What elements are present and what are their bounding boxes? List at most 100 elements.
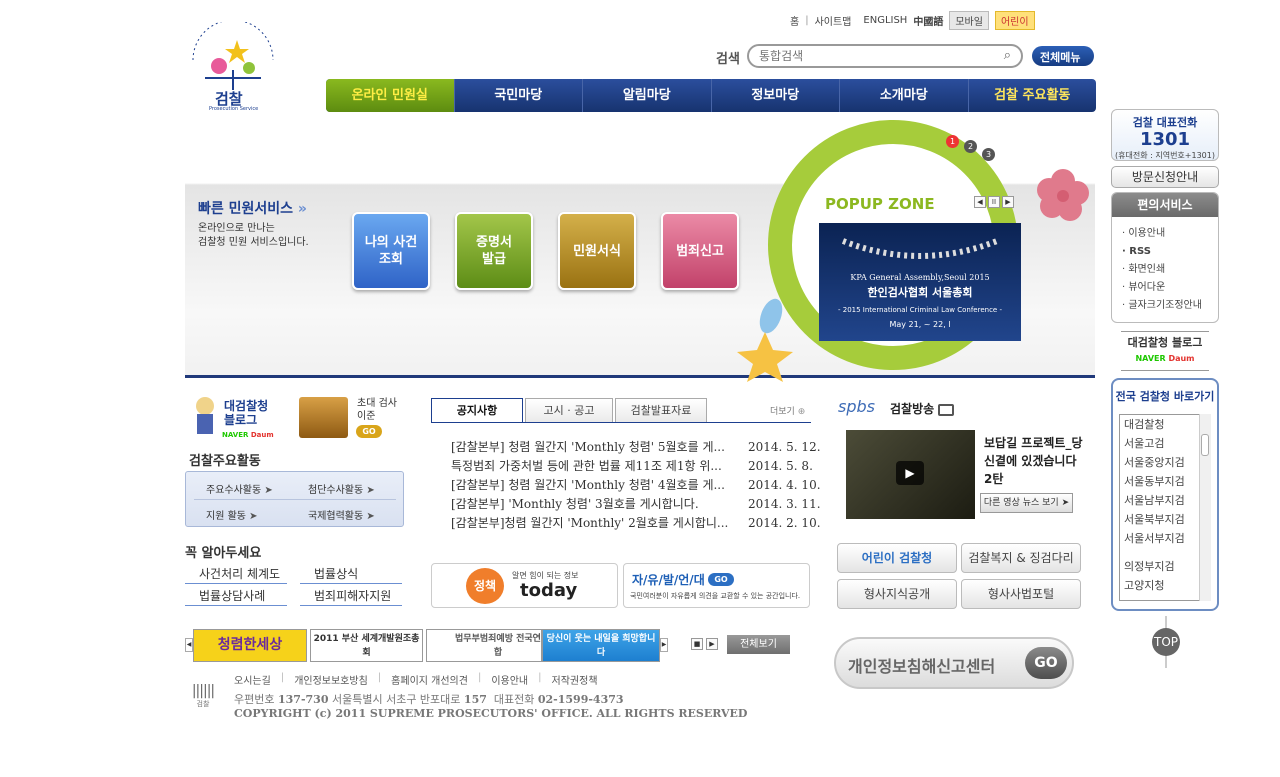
search-input[interactable] [759, 49, 989, 63]
tab-press[interactable]: 검찰발표자료 [615, 398, 707, 423]
nav-activities[interactable]: 검찰 주요활동 [969, 79, 1097, 112]
popup-pause-button[interactable]: II [988, 196, 1000, 208]
office-item[interactable]: 서울고검 [1120, 434, 1210, 453]
act-support-link[interactable]: 지원 활동 ➤ [206, 507, 258, 522]
my-case-button[interactable]: 나의 사건 조회 [352, 212, 430, 290]
chief-go-button[interactable]: GO [356, 425, 382, 438]
know-victim-link[interactable]: 범죄피해자지원 [300, 586, 402, 606]
banner-prev-button[interactable]: ◀ [185, 638, 193, 652]
banner-hope[interactable]: 당신이 웃는 내일을 희망합니다 [542, 629, 660, 662]
blog-banner[interactable]: 대검찰청 블로그 [224, 399, 274, 427]
know-consult-link[interactable]: 법률상담사례 [185, 586, 287, 606]
logo-sub: Prosecution Service [209, 106, 259, 112]
nav-info[interactable]: 정보마당 [712, 79, 840, 112]
conv-print-link[interactable]: · 화면인쇄 [1122, 261, 1218, 279]
chinese-link[interactable]: 中國語 [913, 13, 943, 28]
search-icon[interactable]: ⌕ [1004, 48, 1011, 63]
footer-directions-link[interactable]: 오시는길 [234, 672, 271, 687]
list-item[interactable]: [감찰본부] 청렴 월간지 'Monthly 청렴' 4월호를 게... 2014… [451, 476, 831, 495]
kids-link[interactable]: 어린이 [994, 11, 1035, 30]
english-link[interactable]: ENGLISH [863, 15, 907, 26]
policy-big-text: today [520, 580, 578, 601]
video-title[interactable]: 보답길 프로젝트_당신곁에 있겠습니다 2탄 [984, 434, 1084, 488]
list-item[interactable]: [감찰본부] 청렴 월간지 'Monthly 청렴' 5월호를 게... 2014… [451, 438, 831, 457]
popup-page-1[interactable]: 1 [946, 135, 959, 148]
conv-fontsize-link[interactable]: · 글자크기조정안내 [1122, 297, 1218, 315]
popup-banner-image[interactable]: KPA General Assembly,Seoul 2015 한인검사협회 서… [819, 223, 1021, 341]
office-item[interactable]: 서울동부지검 [1120, 472, 1210, 491]
list-item[interactable]: [감찰본부] 'Monthly 청렴' 3월호를 게시합니다. 2014. 3. … [451, 495, 831, 514]
nav-online-civil[interactable]: 온라인 민원실 [326, 79, 455, 112]
civil-forms-button[interactable]: 민원서식 [558, 212, 636, 290]
sitemap-link[interactable]: 사이트맵 [815, 13, 852, 28]
kids-office-button[interactable]: 어린이 검찰청 [837, 543, 957, 573]
banner-next-button[interactable]: ▶ [660, 638, 668, 652]
footer-guide-link[interactable]: 이용안내 [491, 672, 528, 687]
top-button[interactable]: TOP [1151, 616, 1181, 670]
welfare-button[interactable]: 검찰복지 & 징검다리 [961, 543, 1081, 573]
chief-banner[interactable]: 초대 검사 이준 [357, 397, 407, 423]
footer-logo: |||||| 검찰 [191, 683, 215, 708]
nav-public[interactable]: 국민마당 [455, 79, 583, 112]
more-link[interactable]: 더보기 ⊕ [770, 404, 805, 417]
nav-intro[interactable]: 소개마당 [840, 79, 969, 112]
footer-privacy-link[interactable]: 개인정보보호방침 [294, 672, 368, 687]
banner-play-button[interactable]: ▶ [706, 638, 718, 650]
act-major-link[interactable]: 주요수사활동 ➤ [206, 481, 273, 496]
criminal-portal-button[interactable]: 형사사법포털 [961, 579, 1081, 609]
site-logo[interactable]: 검찰 Prosecution Service [185, 19, 280, 114]
conv-guide-link[interactable]: · 이용안내 [1122, 225, 1218, 243]
act-hitech-link[interactable]: 첨단수사활동 ➤ [308, 481, 375, 496]
footer-copyright-link[interactable]: 저작권정책 [552, 672, 598, 687]
conv-rss-link[interactable]: · RSS [1122, 243, 1218, 261]
office-item[interactable]: 대검찰청 [1120, 415, 1210, 434]
more-videos-button[interactable]: 다른 영상 뉴스 보기 ➤ [980, 493, 1073, 513]
popup-prev-button[interactable]: ◀ [974, 196, 986, 208]
office-item[interactable]: 의정부지검 [1120, 557, 1210, 576]
home-link[interactable]: 홈 [790, 13, 799, 28]
office-item[interactable]: 서울남부지검 [1120, 491, 1210, 510]
office-item[interactable]: 고양지청 [1120, 576, 1210, 595]
tab-announcement[interactable]: 고시 · 공고 [525, 398, 613, 423]
list-item[interactable]: 특정범죄 가중처벌 등에 관한 법률 제11조 제1항 위... 2014. 5.… [451, 457, 831, 476]
crime-report-button[interactable]: 범죄신고 [661, 212, 739, 290]
nav-notice[interactable]: 알림마당 [583, 79, 712, 112]
banner-busan-forum[interactable]: 2011 부산 세계개발원조총회 [310, 629, 423, 662]
office-list[interactable]: 대검찰청 서울고검 서울중앙지검 서울동부지검 서울남부지검 서울북부지검 서울… [1119, 414, 1211, 601]
act-intl-link[interactable]: 국제협력활동 ➤ [308, 507, 375, 522]
chief-portrait-image [299, 397, 348, 438]
all-menu-button[interactable]: 전체메뉴 [1032, 46, 1094, 66]
certificate-button[interactable]: 증명서 발급 [455, 212, 533, 290]
tab-notice[interactable]: 공지사항 [431, 398, 523, 423]
mobile-link[interactable]: 모바일 [949, 11, 989, 30]
play-icon[interactable]: ▶ [896, 461, 924, 485]
list-item[interactable]: [감찰본부]청렴 월간지 'Monthly' 2월호를 게시합니... 2014.… [451, 514, 831, 533]
office-item[interactable] [1120, 548, 1210, 557]
broadcast-title: 검찰방송 [890, 400, 955, 417]
office-list-scrollbar[interactable] [1199, 414, 1211, 601]
video-thumbnail[interactable]: ▶ [846, 430, 975, 519]
blog-link-box[interactable]: 대검찰청 블로그 NAVER Daum [1121, 331, 1209, 371]
privacy-go-button[interactable]: GO [1025, 647, 1067, 679]
banner-crime-prevention[interactable]: 법무부범죄예방 전국연합 [426, 629, 542, 662]
know-process-link[interactable]: 사건처리 체계도 [185, 564, 287, 584]
popup-page-3[interactable]: 3 [982, 148, 995, 161]
free-speech-banner[interactable]: 자/유/발/언/대 GO 국민여러분이 자유롭게 의견을 교환할 수 있는 공간… [623, 563, 810, 608]
banner-all-button[interactable]: 전체보기 [727, 635, 790, 654]
popup-page-2[interactable]: 2 [964, 140, 977, 153]
visit-guide-button[interactable]: 방문신청안내 [1111, 166, 1219, 188]
privacy-report-banner[interactable]: 개인정보침해신고센터 GO [834, 637, 1074, 689]
policy-today-banner[interactable]: 정책 알면 힘이 되는 정보 today [431, 563, 618, 608]
office-item[interactable]: 서울중앙지검 [1120, 453, 1210, 472]
footer-feedback-link[interactable]: 홈페이지 개선의견 [391, 672, 468, 687]
portal-logos: NAVER Daum [1135, 354, 1195, 363]
popup-next-button[interactable]: ▶ [1002, 196, 1014, 208]
criminal-knowledge-button[interactable]: 형사지식공개 [837, 579, 957, 609]
banner-stop-button[interactable]: ■ [691, 638, 703, 650]
know-law-link[interactable]: 법률상식 [300, 564, 402, 584]
office-item[interactable]: 서울북부지검 [1120, 510, 1210, 529]
office-item[interactable]: 서울서부지검 [1120, 529, 1210, 548]
conv-viewer-link[interactable]: · 뷰어다운 [1122, 279, 1218, 297]
banner-clean-world[interactable]: 청렴한세상 [193, 629, 307, 662]
popup-zone-title: POPUP ZONE [825, 195, 935, 213]
